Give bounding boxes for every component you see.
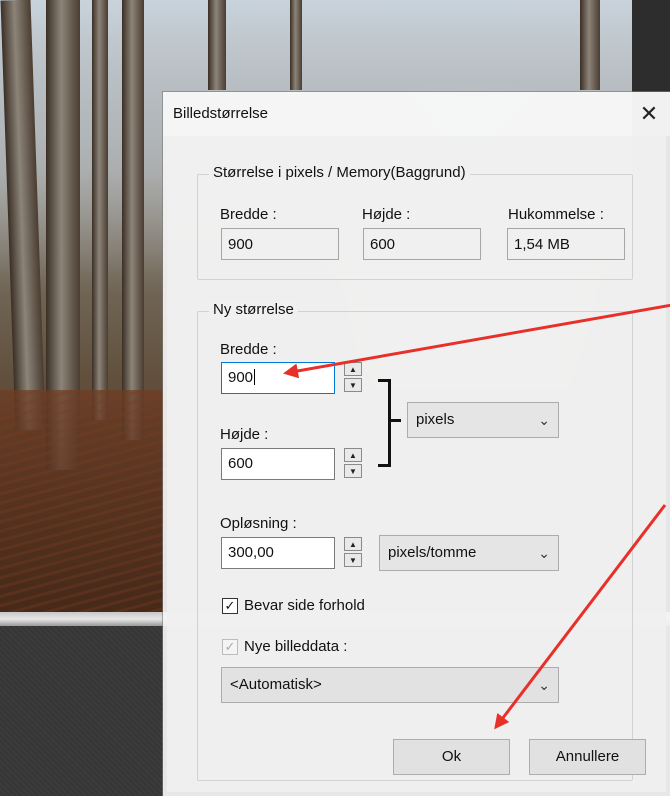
- aspect-link-bracket: [378, 379, 391, 467]
- chevron-down-icon: ⌄: [538, 545, 550, 561]
- resolution-unit-value: pixels/tomme: [388, 544, 477, 561]
- spin-down-icon[interactable]: ▼: [344, 553, 362, 567]
- dialog-body: Størrelse i pixels / Memory(Baggrund) Br…: [167, 136, 666, 792]
- current-width-label: Bredde :: [220, 206, 277, 223]
- ok-button[interactable]: Ok: [393, 739, 510, 775]
- new-width-spinner[interactable]: ▲ ▼: [344, 362, 364, 394]
- spin-down-icon[interactable]: ▼: [344, 464, 362, 478]
- tree-trunk: [92, 0, 108, 420]
- memory-field: 1,54 MB: [507, 228, 625, 260]
- dialog-title: Billedstørrelse: [173, 105, 269, 122]
- new-data-checkbox[interactable]: ✓: [222, 639, 238, 655]
- resolution-input[interactable]: 300,00: [221, 537, 335, 569]
- spin-up-icon[interactable]: ▲: [344, 537, 362, 551]
- size-unit-value: pixels: [416, 411, 455, 428]
- tree-trunk: [580, 0, 600, 90]
- new-size-legend: Ny størrelse: [209, 301, 298, 318]
- new-data-label[interactable]: Nye billeddata :: [244, 638, 347, 655]
- dialog-titlebar[interactable]: Billedstørrelse ✕: [163, 92, 670, 136]
- new-data-select[interactable]: <Automatisk> ⌄: [221, 667, 559, 703]
- chevron-down-icon: ⌄: [538, 677, 550, 693]
- resolution-unit-select[interactable]: pixels/tomme ⌄: [379, 535, 559, 571]
- new-width-label: Bredde :: [220, 341, 277, 358]
- resolution-label: Opløsning :: [220, 515, 297, 532]
- new-height-spinner[interactable]: ▲ ▼: [344, 448, 364, 480]
- spin-up-icon[interactable]: ▲: [344, 362, 362, 376]
- new-data-value: <Automatisk>: [230, 676, 322, 693]
- tree-trunk: [290, 0, 302, 90]
- current-width-field: 900: [221, 228, 339, 260]
- memory-label: Hukommelse :: [508, 206, 604, 223]
- current-size-legend: Størrelse i pixels / Memory(Baggrund): [209, 164, 470, 181]
- new-height-input[interactable]: 600: [221, 448, 335, 480]
- new-height-value: 600: [228, 455, 254, 472]
- new-width-input[interactable]: 900: [221, 362, 335, 394]
- tree-trunk: [122, 0, 144, 440]
- new-width-value: 900: [228, 369, 254, 386]
- chevron-down-icon: ⌄: [538, 412, 550, 428]
- text-caret: [254, 369, 256, 385]
- size-unit-select[interactable]: pixels ⌄: [407, 402, 559, 438]
- image-size-dialog: Billedstørrelse ✕ Størrelse i pixels / M…: [163, 92, 670, 796]
- keep-ratio-label[interactable]: Bevar side forhold: [244, 597, 365, 614]
- resolution-value: 300,00: [228, 544, 274, 561]
- tree-trunk: [0, 0, 46, 431]
- new-height-label: Højde :: [220, 426, 269, 443]
- new-size-group: Ny størrelse Bredde : 900 ▲ ▼ Højde : 60…: [197, 301, 633, 781]
- close-icon[interactable]: ✕: [633, 100, 665, 128]
- current-height-label: Højde :: [362, 206, 411, 223]
- current-height-field: 600: [363, 228, 481, 260]
- current-size-group: Størrelse i pixels / Memory(Baggrund) Br…: [197, 164, 633, 280]
- keep-ratio-checkbox[interactable]: ✓: [222, 598, 238, 614]
- aspect-link-stem: [391, 419, 401, 422]
- spin-up-icon[interactable]: ▲: [344, 448, 362, 462]
- resolution-spinner[interactable]: ▲ ▼: [344, 537, 364, 569]
- cancel-button[interactable]: Annullere: [529, 739, 646, 775]
- spin-down-icon[interactable]: ▼: [344, 378, 362, 392]
- tree-trunk: [208, 0, 226, 90]
